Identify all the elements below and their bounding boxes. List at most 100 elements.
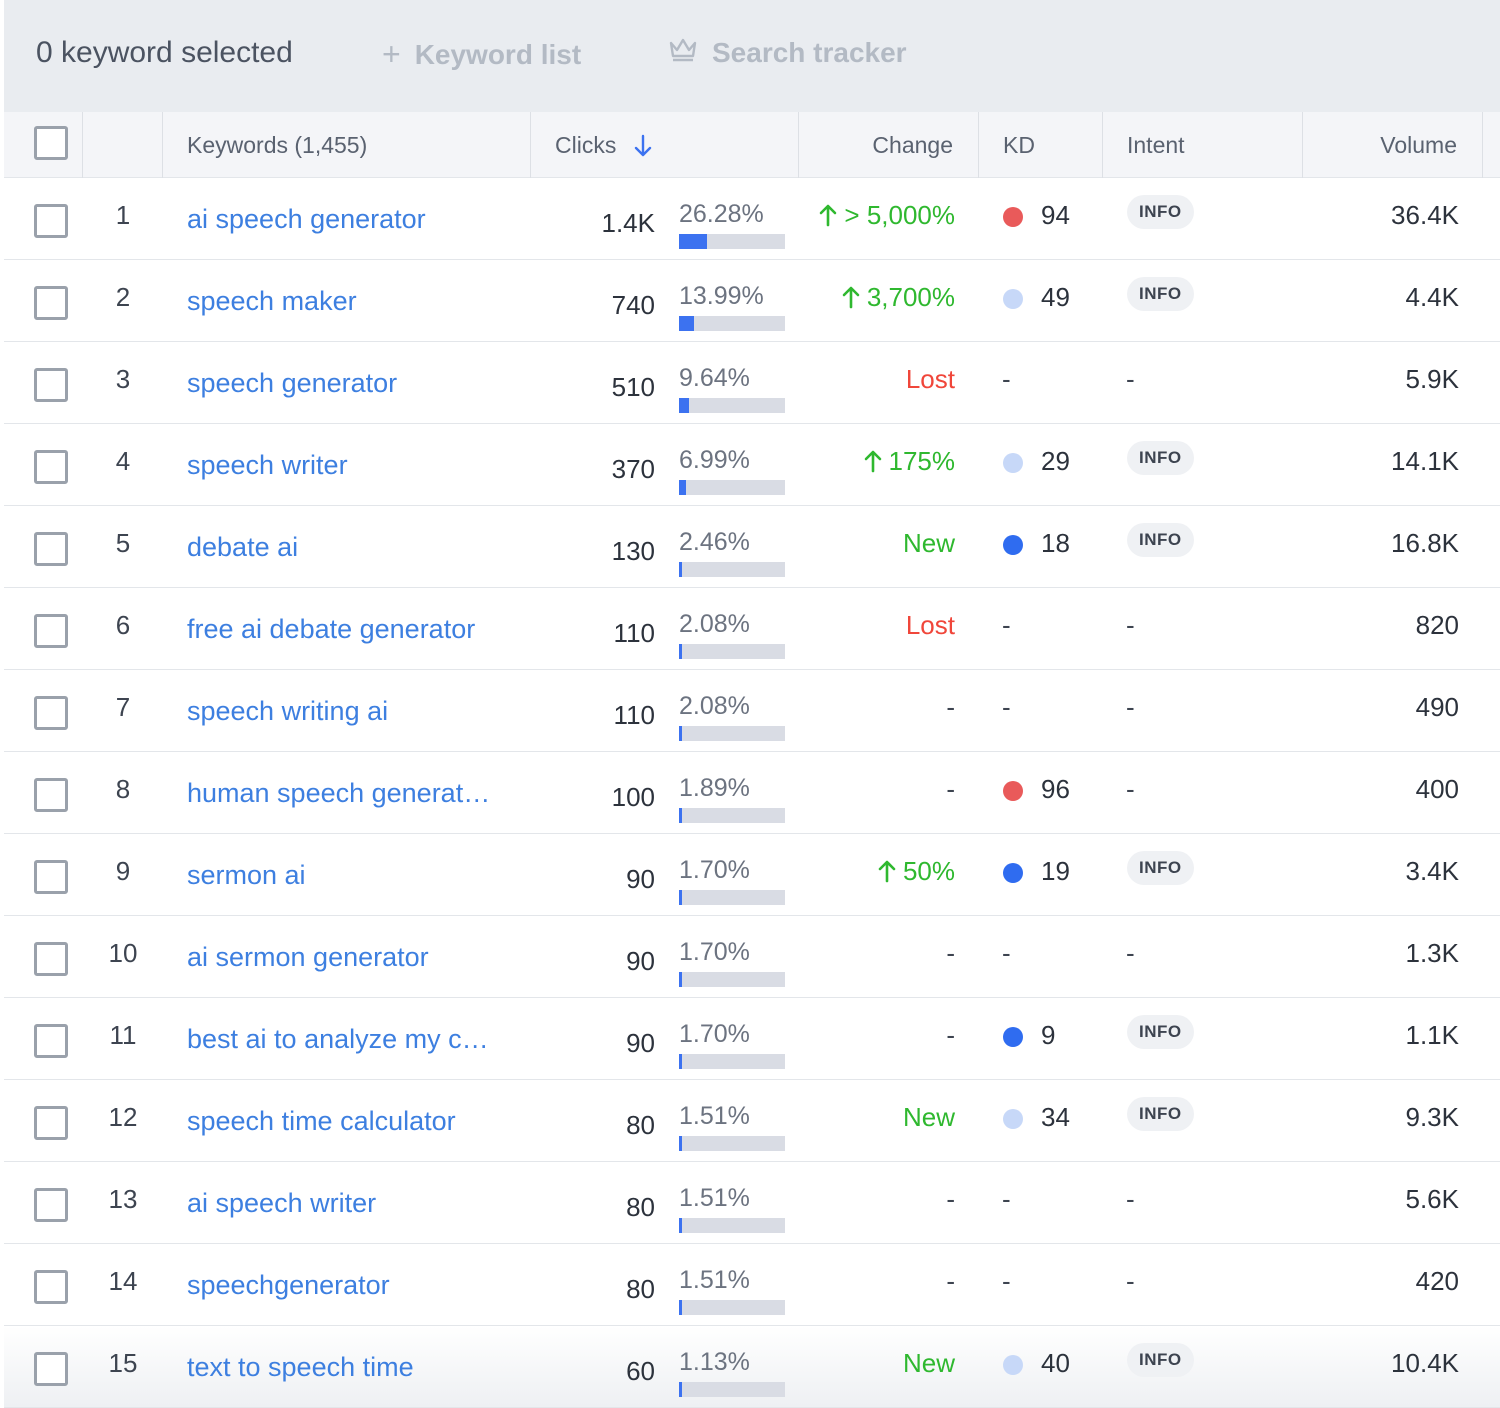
row-checkbox[interactable] xyxy=(34,614,68,648)
clicks-value: 90 xyxy=(626,864,655,894)
intent-badge: INFO xyxy=(1127,523,1194,557)
clicks-percent: 2.08% xyxy=(679,692,750,720)
keyword-link[interactable]: sermon ai xyxy=(187,860,306,891)
volume-value: 5.9K xyxy=(1405,364,1460,394)
clicks-share-bar xyxy=(679,1300,785,1315)
volume-value: 4.4K xyxy=(1405,282,1460,312)
keyword-link[interactable]: speech generator xyxy=(187,368,397,399)
column-header-clicks[interactable]: Clicks xyxy=(555,112,653,178)
kd-value: 49 xyxy=(1041,282,1070,312)
clicks-value: 110 xyxy=(613,618,655,648)
row-checkbox[interactable] xyxy=(34,1106,68,1140)
row-checkbox[interactable] xyxy=(34,532,68,566)
search-tracker-button[interactable]: Search tracker xyxy=(668,36,907,69)
keyword-link[interactable]: speech time calculator xyxy=(187,1106,456,1137)
clicks-value: 90 xyxy=(626,946,655,976)
kd-value: - xyxy=(1002,1266,1011,1296)
row-checkbox[interactable] xyxy=(34,696,68,730)
row-checkbox[interactable] xyxy=(34,1024,68,1058)
intent-value: - xyxy=(1126,364,1135,394)
table-row[interactable]: 12 speech time calculator 80 1.51% New 34 INFO… xyxy=(4,1080,1500,1162)
clicks-share-bar xyxy=(679,972,785,987)
row-number: 3 xyxy=(115,364,131,394)
clicks-share-bar xyxy=(679,1136,785,1151)
row-number: 4 xyxy=(115,446,131,476)
row-checkbox[interactable] xyxy=(34,1352,68,1386)
table-row[interactable]: 14 speechgenerator 80 1.51% - - - 420 xyxy=(4,1244,1500,1326)
select-all-checkbox[interactable] xyxy=(34,126,68,160)
volume-value: 490 xyxy=(1415,692,1459,722)
row-checkbox[interactable] xyxy=(34,942,68,976)
table-row[interactable]: 11 best ai to analyze my c… 90 1.70% - 9 INFO 1… xyxy=(4,998,1500,1080)
keyword-link[interactable]: best ai to analyze my c… xyxy=(187,1024,489,1055)
clicks-value: 740 xyxy=(611,290,655,320)
column-header-change[interactable]: Change xyxy=(872,112,953,178)
kd-dot-icon xyxy=(1003,535,1023,555)
table-body: 1 ai speech generator 1.4K 26.28% > 5,000% 94… xyxy=(4,178,1500,1408)
table-row[interactable]: 2 speech maker 740 13.99% 3,700% 49 INFO 4.4K xyxy=(4,260,1500,342)
table-row[interactable]: 4 speech writer 370 6.99% 175% 29 INFO 14.1K xyxy=(4,424,1500,506)
column-header-keywords[interactable]: Keywords (1,455) xyxy=(187,112,367,178)
clicks-header-label: Clicks xyxy=(555,132,617,158)
clicks-value: 90 xyxy=(626,1028,655,1058)
row-checkbox[interactable] xyxy=(34,286,68,320)
change-text: 175% xyxy=(888,446,956,476)
table-row[interactable]: 15 text to speech time 60 1.13% New 40 INFO 10.… xyxy=(4,1326,1500,1408)
clicks-value: 60 xyxy=(626,1356,655,1386)
table-row[interactable]: 6 free ai debate generator 110 2.08% Lost - - 8… xyxy=(4,588,1500,670)
table-row[interactable]: 1 ai speech generator 1.4K 26.28% > 5,000% 94… xyxy=(4,178,1500,260)
keyword-link[interactable]: debate ai xyxy=(187,532,298,563)
row-checkbox[interactable] xyxy=(34,204,68,238)
kd-value: 19 xyxy=(1041,856,1070,886)
volume-value: 420 xyxy=(1415,1266,1459,1296)
row-number: 12 xyxy=(108,1102,138,1132)
keyword-list-button[interactable]: + Keyword list xyxy=(382,36,581,73)
arrow-up-icon xyxy=(863,446,883,477)
keyword-link[interactable]: text to speech time xyxy=(187,1352,414,1383)
table-header: Keywords (1,455) Clicks Change KD Intent… xyxy=(4,112,1500,178)
intent-badge: INFO xyxy=(1127,277,1194,311)
table-row[interactable]: 10 ai sermon generator 90 1.70% - - - 1.3K xyxy=(4,916,1500,998)
row-checkbox[interactable] xyxy=(34,450,68,484)
keyword-link[interactable]: ai speech generator xyxy=(187,204,426,235)
keyword-link[interactable]: free ai debate generator xyxy=(187,614,475,645)
table-row[interactable]: 3 speech generator 510 9.64% Lost - - 5.9K xyxy=(4,342,1500,424)
row-checkbox[interactable] xyxy=(34,368,68,402)
change-value: New xyxy=(902,528,955,558)
table-row[interactable]: 5 debate ai 130 2.46% New 18 INFO 16.8K xyxy=(4,506,1500,588)
kd-dot-icon xyxy=(1003,1109,1023,1129)
clicks-percent: 2.46% xyxy=(679,528,750,556)
kd-dot-icon xyxy=(1003,289,1023,309)
table-row[interactable]: 8 human speech generat… 100 1.89% - 96 - 400 xyxy=(4,752,1500,834)
clicks-share-bar xyxy=(679,644,785,659)
table-row[interactable]: 7 speech writing ai 110 2.08% - - - 490 xyxy=(4,670,1500,752)
column-header-volume[interactable]: Volume xyxy=(1380,112,1457,178)
clicks-share-bar xyxy=(679,316,785,331)
keyword-link[interactable]: human speech generat… xyxy=(187,778,490,809)
crown-icon xyxy=(668,36,698,69)
change-value: > 5,000% xyxy=(818,200,955,231)
row-number: 6 xyxy=(115,610,131,640)
volume-value: 14.1K xyxy=(1391,446,1459,476)
keyword-link[interactable]: ai sermon generator xyxy=(187,942,429,973)
change-value: New xyxy=(902,1348,955,1378)
plus-icon: + xyxy=(382,36,401,72)
intent-value: - xyxy=(1126,692,1135,722)
row-checkbox[interactable] xyxy=(34,860,68,894)
row-checkbox[interactable] xyxy=(34,778,68,812)
keyword-link[interactable]: speechgenerator xyxy=(187,1270,390,1301)
column-header-intent[interactable]: Intent xyxy=(1127,112,1185,178)
column-header-kd[interactable]: KD xyxy=(1003,112,1035,178)
keyword-link[interactable]: speech writer xyxy=(187,450,348,481)
table-row[interactable]: 9 sermon ai 90 1.70% 50% 19 INFO 3.4K xyxy=(4,834,1500,916)
keyword-link[interactable]: speech writing ai xyxy=(187,696,388,727)
keyword-link[interactable]: speech maker xyxy=(187,286,357,317)
row-checkbox[interactable] xyxy=(34,1270,68,1304)
row-checkbox[interactable] xyxy=(34,1188,68,1222)
clicks-value: 100 xyxy=(611,782,655,812)
change-value: 50% xyxy=(877,856,955,887)
table-row[interactable]: 13 ai speech writer 80 1.51% - - - 5.6K xyxy=(4,1162,1500,1244)
keyword-link[interactable]: ai speech writer xyxy=(187,1188,376,1219)
kd-dot-icon xyxy=(1003,1027,1023,1047)
volume-value: 10.4K xyxy=(1391,1348,1459,1378)
